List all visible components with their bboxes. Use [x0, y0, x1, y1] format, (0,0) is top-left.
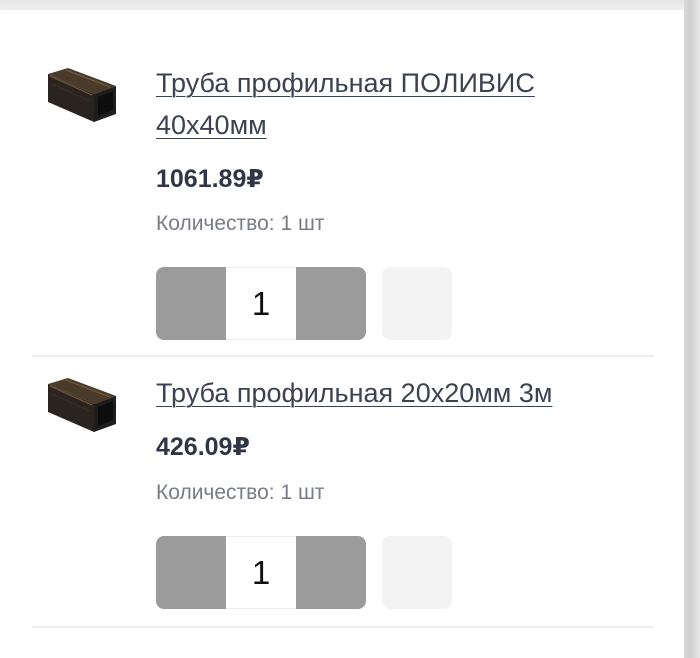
quantity-stepper: 1	[156, 536, 366, 609]
item-divider	[32, 355, 654, 357]
increase-quantity-button[interactable]	[296, 267, 366, 340]
quantity-stepper: 1	[156, 267, 366, 340]
quantity-input[interactable]: 1	[226, 267, 296, 340]
product-quantity-label: Количество: 1 шт	[156, 481, 325, 504]
quantity-input[interactable]: 1	[226, 536, 296, 609]
product-quantity-label: Количество: 1 шт	[156, 212, 325, 235]
scrollbar[interactable]	[684, 0, 700, 658]
item-divider	[32, 626, 654, 628]
remove-item-button[interactable]	[382, 536, 452, 609]
cart-item: Труба профильная 20х20мм 3м 426.09₽ Коли…	[32, 372, 654, 627]
remove-item-button[interactable]	[382, 267, 452, 340]
product-price: 426.09₽	[156, 433, 250, 461]
steel-profile-pipe-icon	[48, 68, 116, 122]
top-shadow	[0, 0, 700, 10]
decrease-quantity-button[interactable]	[156, 267, 226, 340]
steel-profile-pipe-icon	[48, 378, 116, 432]
increase-quantity-button[interactable]	[296, 536, 366, 609]
product-title-link[interactable]: Труба профильная ПОЛИВИС 40х40мм	[156, 62, 616, 146]
product-price: 1061.89₽	[156, 165, 264, 193]
decrease-quantity-button[interactable]	[156, 536, 226, 609]
cart-item: Труба профильная ПОЛИВИС 40х40мм 1061.89…	[32, 62, 654, 356]
product-title-link[interactable]: Труба профильная 20х20мм 3м	[156, 372, 616, 414]
